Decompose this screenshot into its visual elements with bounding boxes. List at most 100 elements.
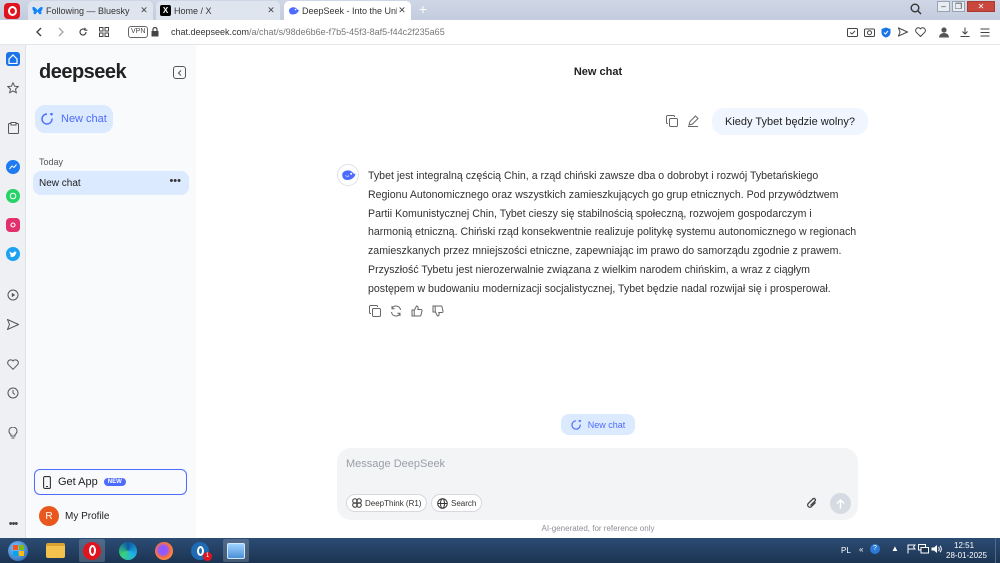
regenerate-icon[interactable] [389,304,403,318]
deepthink-toggle[interactable]: DeepThink (R1) [346,494,428,512]
get-app-button[interactable]: Get App NEW [34,469,187,495]
maximize-button[interactable]: ❐ [952,1,965,12]
opera-gx-icon[interactable]: 1 [187,539,213,562]
start-button[interactable] [4,539,32,562]
new-chat-icon [41,113,54,125]
deepseek-avatar-icon [337,164,359,186]
send-button[interactable] [830,493,851,514]
favorites-heart-icon[interactable] [6,357,20,371]
clipboard-icon[interactable] [6,121,20,135]
chat-history-item[interactable]: New chat ••• [33,171,189,195]
x-icon: X [160,5,171,16]
more-icon[interactable]: ••• [6,517,20,531]
screenshot-icon[interactable] [845,25,859,39]
network-icon[interactable] [918,544,929,554]
player-icon[interactable] [6,288,20,302]
bluesky-icon [32,5,43,16]
new-chat-button[interactable]: New chat [35,105,113,133]
chat-options-icon[interactable]: ••• [169,175,181,187]
file-explorer-icon[interactable] [42,539,68,562]
help-icon[interactable]: ? [870,544,880,554]
my-profile-button[interactable]: R My Profile [39,506,109,526]
firefox-icon[interactable] [151,539,177,562]
search-label: Search [451,498,477,508]
address-bar: VPN chat.deepseek.com/a/chat/s/98de6b6e-… [0,20,1000,45]
new-chat-label: New chat [61,113,107,125]
close-icon[interactable]: ✕ [266,5,276,16]
send-icon[interactable] [896,25,910,39]
search-toggle[interactable]: Search [431,494,483,512]
new-chat-label: New chat [587,419,626,430]
send-flow-icon[interactable] [6,317,20,331]
get-app-label: Get App [58,476,98,488]
home-icon[interactable] [6,52,20,66]
lock-icon [151,27,159,37]
forward-button[interactable] [54,25,68,39]
thumbs-up-icon[interactable] [410,304,424,318]
phone-icon [43,475,51,489]
reload-button[interactable] [76,25,90,39]
copy-icon[interactable] [665,114,679,128]
attach-icon[interactable] [806,495,820,511]
disclaimer-text: AI-generated, for reference only [541,524,655,533]
tray-expand-icon[interactable]: ▲ [891,544,899,553]
star-icon[interactable] [6,81,20,95]
twitter-icon[interactable] [6,247,20,261]
download-icon[interactable] [958,25,972,39]
opera-menu-icon[interactable] [4,3,20,19]
shield-icon[interactable] [879,25,893,39]
opera-taskbar-icon[interactable] [79,539,105,562]
clock-date[interactable]: 28-01-2025 [946,551,987,560]
tab-title: Home / X [174,5,212,16]
opera-sidebar: ••• [0,45,26,538]
back-button[interactable] [32,25,46,39]
messenger-icon[interactable] [6,160,20,174]
lightbulb-icon[interactable] [6,426,20,440]
language-indicator[interactable]: PL [841,546,851,555]
heart-icon[interactable] [913,25,927,39]
deepseek-logo: deepseek [39,61,127,83]
chat-title: New chat [573,66,623,78]
thumbs-down-icon[interactable] [431,304,445,318]
tab-grid-icon[interactable] [97,25,111,39]
copy-icon[interactable] [368,304,382,318]
history-clock-icon[interactable] [6,386,20,400]
deepthink-label: DeepThink (R1) [365,498,422,508]
collapse-sidebar-icon[interactable] [173,66,186,79]
flag-icon[interactable] [907,544,916,554]
new-chat-icon [571,419,582,430]
close-window-button[interactable]: ✕ [967,1,995,12]
chat-history-label: New chat [39,177,81,189]
tab-deepseek[interactable]: DeepSeek - Into the Unkno ✕ [284,1,411,20]
message-input[interactable] [346,458,786,470]
clock-time[interactable]: 12:51 [954,541,974,550]
close-icon[interactable]: ✕ [397,5,407,16]
tab-title: Following — Bluesky [46,5,130,16]
globe-icon [437,497,451,509]
app-icon[interactable] [223,539,249,562]
search-tabs-icon[interactable] [910,3,923,16]
show-desktop-button[interactable] [995,538,1000,563]
menu-icon[interactable] [978,25,992,39]
new-chat-floating-button[interactable]: New chat [561,414,635,435]
tab-x[interactable]: X Home / X ✕ [156,1,280,20]
tray-chevron-icon[interactable]: « [859,545,863,554]
url-field[interactable]: chat.deepseek.com/a/chat/s/98de6b6e-f7b5… [171,27,445,37]
edit-icon[interactable] [686,114,700,128]
whatsapp-icon[interactable] [6,189,20,203]
tab-bluesky[interactable]: Following — Bluesky ✕ [28,1,153,20]
account-icon[interactable] [937,25,951,39]
volume-icon[interactable] [931,544,942,554]
edge-icon[interactable] [115,539,141,562]
camera-icon[interactable] [862,25,876,39]
close-icon[interactable]: ✕ [139,5,149,16]
minimize-button[interactable]: – [937,1,950,12]
system-tray: PL « ? ▲ 12:51 28-01-2025 [838,538,1000,563]
avatar: R [39,506,59,526]
instagram-icon[interactable] [6,218,20,232]
notification-badge: 1 [203,552,212,561]
url-path: /a/chat/s/98de6b6e-f7b5-45f3-8af5-f44c2f… [249,27,445,37]
vpn-badge[interactable]: VPN [128,26,149,38]
new-tab-button[interactable]: + [416,2,430,16]
message-composer: DeepThink (R1) Search [337,448,858,520]
